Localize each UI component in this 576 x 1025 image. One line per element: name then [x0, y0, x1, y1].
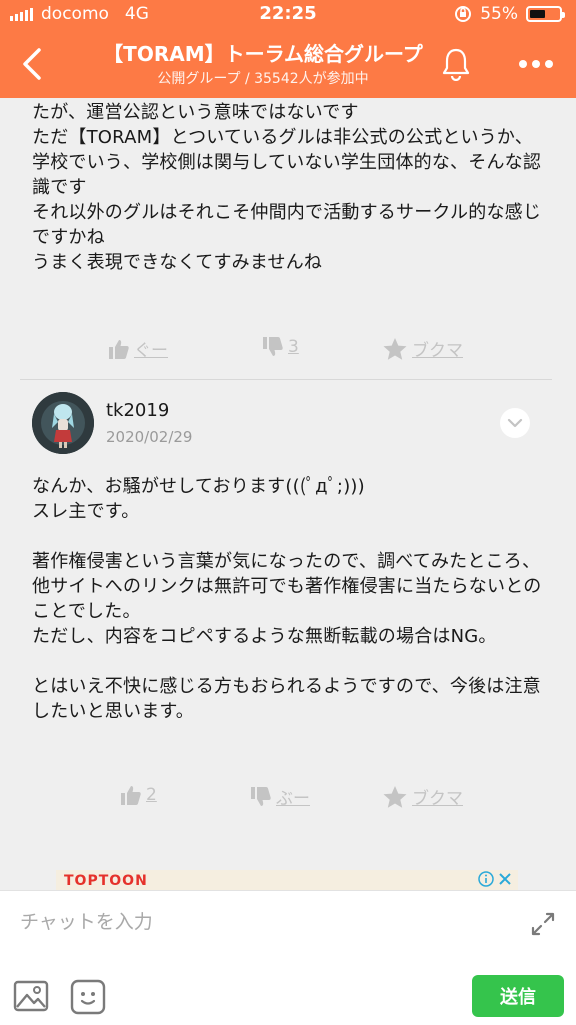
ad-close-icon[interactable]: [498, 872, 512, 886]
bookmark-button[interactable]: ブクマ: [382, 336, 463, 361]
dislike-button[interactable]: 3: [262, 336, 299, 358]
status-right: 55%: [454, 4, 565, 24]
dislike-count: 3: [288, 337, 299, 357]
like-label: ぐー: [134, 341, 168, 361]
avatar-image: [32, 392, 94, 454]
back-button[interactable]: [12, 42, 52, 86]
more-button[interactable]: [514, 44, 558, 84]
ad-controls: [478, 871, 512, 887]
bookmark-label: ブクマ: [412, 789, 463, 809]
avatar[interactable]: [32, 392, 94, 454]
chat-input[interactable]: [20, 905, 500, 939]
ad-banner[interactable]: TOPTOON: [56, 870, 518, 890]
battery-icon: [526, 6, 565, 22]
status-bar: docomo 4G 22:25 55%: [0, 0, 576, 30]
ad-logo: TOPTOON: [64, 873, 148, 889]
like-button[interactable]: ぐー: [108, 336, 168, 361]
back-arrow-icon: [23, 48, 41, 80]
message-divider: [20, 379, 552, 380]
send-button[interactable]: 送信: [472, 975, 564, 1017]
message-text: たが、運営公認という意味ではないです ただ【TORAM】とついているグルは非公式…: [32, 102, 542, 273]
bookmark-button[interactable]: ブクマ: [382, 784, 463, 809]
sticker-icon[interactable]: [68, 977, 108, 1017]
post-date: 2020/02/29: [106, 428, 193, 446]
bell-icon: [442, 48, 470, 81]
thumbs-down-icon: [263, 337, 283, 356]
chat-thread[interactable]: たが、運営公認という意味ではないです ただ【TORAM】とついているグルは非公式…: [0, 98, 576, 890]
bookmark-label: ブクマ: [412, 341, 463, 361]
group-header: 【TORAM】トーラム総合グループ 公開グループ / 35542人が参加中: [0, 30, 576, 98]
like-count: 2: [146, 785, 157, 805]
orientation-lock-icon: [455, 6, 472, 22]
reaction-bar: 2 ぶー ブクマ: [0, 784, 576, 824]
chevron-down-icon: [507, 418, 523, 428]
group-subtitle: 公開グループ / 35542人が参加中: [157, 71, 369, 87]
dislike-button[interactable]: ぶー: [250, 784, 310, 809]
message-text: なんか、お騒がせしております(((ﾟдﾟ;))) スレ主です。 著作権侵害という…: [32, 476, 542, 722]
group-title: 【TORAM】トーラム総合グループ: [103, 42, 423, 66]
image-icon[interactable]: [12, 977, 52, 1017]
ad-info-icon[interactable]: [478, 871, 494, 887]
notification-button[interactable]: [436, 44, 476, 84]
star-icon: [383, 785, 407, 808]
star-icon: [383, 337, 407, 360]
expand-icon[interactable]: [528, 909, 558, 939]
chat-input-bar: 送信: [0, 890, 576, 1025]
thumbs-up-icon: [121, 786, 141, 805]
author-name[interactable]: tk2019: [106, 400, 169, 421]
message-menu-button[interactable]: [500, 408, 530, 438]
battery-percent: 55%: [480, 4, 518, 24]
like-button[interactable]: 2: [120, 784, 157, 806]
dislike-label: ぶー: [276, 789, 310, 809]
thumbs-up-icon: [109, 339, 129, 359]
thumbs-down-icon: [251, 786, 271, 806]
reaction-bar: ぐー 3 ブクマ: [0, 336, 576, 376]
more-dots-icon: [519, 60, 553, 68]
